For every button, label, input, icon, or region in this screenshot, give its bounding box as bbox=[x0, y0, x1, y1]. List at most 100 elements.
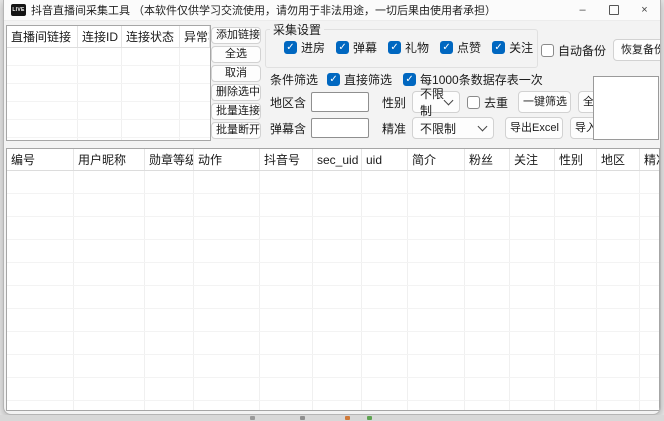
empty-cell bbox=[74, 217, 145, 240]
one-click-filter-button[interactable]: 一键筛选 bbox=[518, 91, 571, 113]
empty-cell bbox=[555, 217, 597, 240]
gender-select[interactable]: 不限制 bbox=[412, 91, 460, 113]
empty-cell bbox=[74, 378, 145, 401]
empty-cell bbox=[74, 171, 145, 194]
empty-cell bbox=[122, 138, 180, 142]
empty-cell bbox=[145, 355, 194, 378]
danmaku-input[interactable] bbox=[311, 118, 369, 138]
taskbar-sliver bbox=[0, 415, 664, 421]
empty-cell bbox=[145, 401, 194, 412]
table-row bbox=[7, 240, 660, 263]
column-header[interactable]: 编号 bbox=[7, 149, 74, 171]
empty-cell bbox=[74, 194, 145, 217]
empty-cell bbox=[313, 355, 362, 378]
empty-cell bbox=[362, 171, 408, 194]
export-excel-button[interactable]: 导出Excel bbox=[505, 117, 563, 139]
link-action-button[interactable]: 添加链接 bbox=[211, 27, 261, 44]
column-header[interactable]: 用户昵称 bbox=[74, 149, 145, 171]
region-input[interactable] bbox=[311, 92, 369, 112]
empty-cell bbox=[194, 194, 260, 217]
empty-cell bbox=[180, 120, 210, 138]
empty-cell bbox=[465, 286, 510, 309]
collect-option-checkbox[interactable]: 点赞 bbox=[440, 39, 481, 56]
column-header[interactable]: 简介 bbox=[408, 149, 465, 171]
data-table: 编号用户昵称勋章等级动作抖音号sec_uiduid简介粉丝关注性别地区精准时间 bbox=[7, 149, 660, 411]
empty-cell bbox=[408, 378, 465, 401]
column-header[interactable]: 精准 bbox=[640, 149, 661, 171]
empty-cell bbox=[510, 171, 555, 194]
empty-cell bbox=[510, 240, 555, 263]
precise-select[interactable]: 不限制 bbox=[412, 117, 494, 139]
empty-cell bbox=[74, 263, 145, 286]
column-header[interactable]: 粉丝 bbox=[465, 149, 510, 171]
close-button[interactable]: × bbox=[629, 0, 660, 20]
dedupe-checkbox[interactable]: 去重 bbox=[467, 94, 508, 111]
window-controls: – × bbox=[567, 0, 660, 20]
collect-option-checkbox[interactable]: 弹幕 bbox=[336, 39, 377, 56]
empty-cell bbox=[78, 84, 122, 102]
link-action-button[interactable]: 批量断开 bbox=[211, 122, 261, 139]
empty-cell bbox=[145, 378, 194, 401]
empty-cell bbox=[145, 309, 194, 332]
minimize-button[interactable]: – bbox=[567, 0, 598, 20]
empty-cell bbox=[74, 240, 145, 263]
collect-option-checkbox[interactable]: 关注 bbox=[492, 39, 533, 56]
filter-option-checkbox[interactable]: 直接筛选 bbox=[327, 71, 392, 88]
empty-cell bbox=[465, 378, 510, 401]
column-header[interactable]: 性别 bbox=[555, 149, 597, 171]
empty-cell bbox=[510, 355, 555, 378]
empty-cell bbox=[640, 240, 661, 263]
column-header[interactable]: sec_uid bbox=[313, 149, 362, 171]
link-action-button[interactable]: 删除选中 bbox=[211, 84, 261, 101]
collect-option-checkbox[interactable]: 进房 bbox=[284, 39, 325, 56]
maximize-button[interactable] bbox=[598, 0, 629, 20]
empty-cell bbox=[194, 240, 260, 263]
column-header[interactable]: 地区 bbox=[597, 149, 640, 171]
column-header[interactable]: 连接ID bbox=[78, 26, 122, 48]
empty-cell bbox=[122, 66, 180, 84]
empty-cell bbox=[7, 138, 78, 142]
empty-cell bbox=[313, 309, 362, 332]
column-header[interactable]: 异常状态 bbox=[180, 26, 210, 48]
taskbar-icon-speck bbox=[345, 416, 350, 420]
empty-cell bbox=[362, 378, 408, 401]
empty-cell bbox=[145, 263, 194, 286]
empty-cell bbox=[7, 102, 78, 120]
restore-backup-button[interactable]: 恢复备份 bbox=[613, 39, 661, 61]
empty-cell bbox=[555, 332, 597, 355]
column-header[interactable]: uid bbox=[362, 149, 408, 171]
empty-cell bbox=[408, 240, 465, 263]
empty-cell bbox=[408, 286, 465, 309]
empty-cell bbox=[7, 194, 74, 217]
column-header[interactable]: 直播间链接 bbox=[7, 26, 78, 48]
empty-cell bbox=[640, 217, 661, 240]
column-header[interactable]: 抖音号 bbox=[260, 149, 313, 171]
collect-settings-label: 采集设置 bbox=[270, 21, 324, 38]
checkbox-label: 弹幕 bbox=[353, 39, 377, 56]
column-header[interactable]: 勋章等级 bbox=[145, 149, 194, 171]
link-action-button[interactable]: 全选 bbox=[211, 46, 261, 63]
column-header[interactable]: 连接状态 bbox=[122, 26, 180, 48]
collect-option-checkbox[interactable]: 礼物 bbox=[388, 39, 429, 56]
empty-cell bbox=[313, 378, 362, 401]
checkbox-icon bbox=[284, 41, 297, 54]
table-row bbox=[7, 171, 660, 194]
empty-cell bbox=[145, 332, 194, 355]
danmaku-label: 弹幕含 bbox=[270, 120, 306, 137]
empty-cell bbox=[78, 120, 122, 138]
condition-filter-row: 条件筛选 直接筛选 每1000条数据存表一次 bbox=[270, 71, 543, 88]
link-action-button[interactable]: 批量连接 bbox=[211, 103, 261, 120]
empty-cell bbox=[78, 66, 122, 84]
empty-cell bbox=[510, 332, 555, 355]
column-header[interactable]: 动作 bbox=[194, 149, 260, 171]
empty-cell bbox=[313, 194, 362, 217]
table-row bbox=[7, 332, 660, 355]
column-header[interactable]: 关注 bbox=[510, 149, 555, 171]
link-action-button[interactable]: 取消 bbox=[211, 65, 261, 82]
empty-cell bbox=[260, 286, 313, 309]
checkbox-icon bbox=[403, 73, 416, 86]
empty-cell bbox=[313, 263, 362, 286]
empty-cell bbox=[555, 171, 597, 194]
empty-cell bbox=[465, 401, 510, 412]
auto-backup-checkbox[interactable]: 自动备份 bbox=[541, 42, 606, 59]
